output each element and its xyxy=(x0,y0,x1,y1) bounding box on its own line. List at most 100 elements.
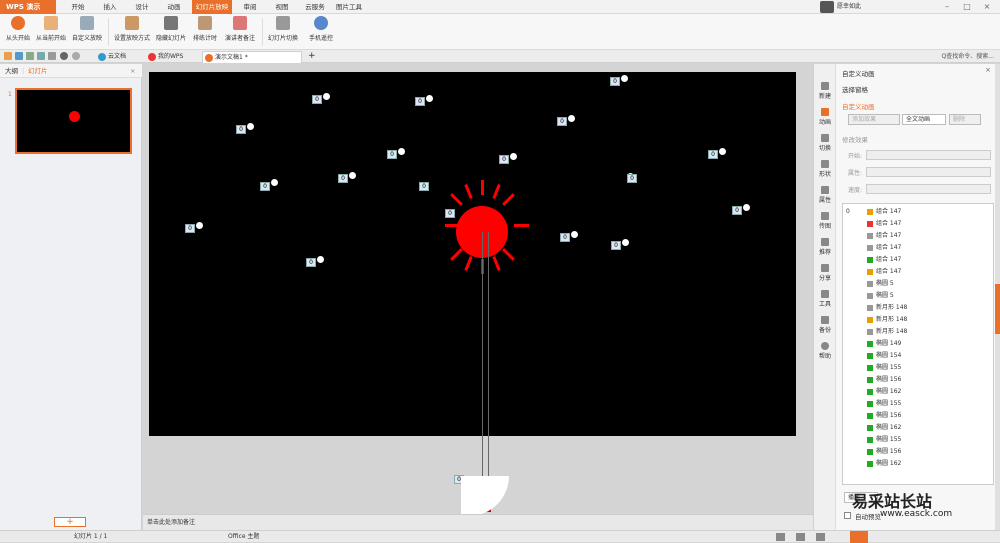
tab-insert[interactable]: 插入 xyxy=(96,0,124,14)
add-effect-button[interactable]: 添加效果 xyxy=(848,114,900,125)
preview-icon[interactable] xyxy=(37,52,45,60)
star[interactable] xyxy=(743,204,750,211)
star[interactable] xyxy=(719,148,726,155)
maximize-icon[interactable]: □ xyxy=(960,0,974,14)
custom-show-button[interactable]: 自定义放映 xyxy=(70,16,104,42)
from-start-button[interactable]: 从头开始 xyxy=(4,16,32,42)
list-item[interactable]: 椭圆 155 xyxy=(843,434,993,446)
star[interactable] xyxy=(349,172,356,179)
phone-remote-button[interactable]: 手机遥控 xyxy=(304,16,338,42)
undo-icon[interactable] xyxy=(60,52,68,60)
list-item[interactable]: 椭圆 156 xyxy=(843,446,993,458)
star[interactable] xyxy=(510,153,517,160)
avatar[interactable] xyxy=(820,1,834,13)
side-tab[interactable] xyxy=(995,284,1000,334)
star[interactable] xyxy=(426,95,433,102)
tab-cloud-docs[interactable]: 云文档 xyxy=(96,51,138,63)
list-item[interactable]: 椭圆 155 xyxy=(843,398,993,410)
tools-tool[interactable]: 工具 xyxy=(814,290,836,308)
list-item[interactable]: 椭圆 162 xyxy=(843,386,993,398)
list-item[interactable]: 椭圆 156 xyxy=(843,410,993,422)
slide[interactable]: 0 0 0 0 0 0 0 0 0 0 0 0 0 0 0 0 0 0 xyxy=(149,72,796,436)
slideshow-play-button[interactable] xyxy=(850,531,868,543)
tab-slides[interactable]: 幻灯片 xyxy=(28,64,48,78)
star[interactable] xyxy=(196,222,203,229)
star[interactable] xyxy=(323,93,330,100)
delete-button[interactable]: 删除 xyxy=(949,114,981,125)
list-item[interactable]: 椭圆 156 xyxy=(843,374,993,386)
tab-picture-tools[interactable]: 图片工具 xyxy=(332,0,366,14)
star[interactable] xyxy=(568,115,575,122)
setup-show-button[interactable]: 设置放映方式 xyxy=(112,16,152,42)
star[interactable] xyxy=(571,231,578,238)
property-select[interactable] xyxy=(866,167,991,177)
new-tool[interactable]: 新建 xyxy=(814,82,836,100)
slide-thumbnail[interactable] xyxy=(15,88,132,154)
star[interactable] xyxy=(622,239,629,246)
star[interactable] xyxy=(247,123,254,130)
tab-slideshow[interactable]: 幻灯片放映 xyxy=(192,0,232,14)
rehearse-button[interactable]: 排练计时 xyxy=(190,16,220,42)
app-menu-button[interactable]: WPS 演示 xyxy=(0,0,56,14)
list-item[interactable]: 组合 147 xyxy=(843,230,993,242)
close-icon[interactable]: × xyxy=(980,0,994,14)
print-icon[interactable] xyxy=(26,52,34,60)
new-tab-button[interactable]: + xyxy=(306,51,318,63)
star[interactable] xyxy=(398,148,405,155)
list-item[interactable]: 0 组合 147 xyxy=(843,206,993,218)
tab-outline[interactable]: 大纲 xyxy=(5,64,18,78)
normal-view-icon[interactable] xyxy=(776,533,785,541)
backup-tool[interactable]: 备份 xyxy=(814,316,836,334)
redo-icon[interactable] xyxy=(72,52,80,60)
select-pane-link[interactable]: 选择窗格 xyxy=(842,84,868,94)
username[interactable]: 愿幸如此 xyxy=(837,0,861,14)
list-item[interactable]: 椭圆 162 xyxy=(843,422,993,434)
hide-slide-button[interactable]: 隐藏幻灯片 xyxy=(154,16,188,42)
list-item[interactable]: 组合 147 xyxy=(843,254,993,266)
from-current-button[interactable]: 从当前开始 xyxy=(34,16,68,42)
upload-image-tool[interactable]: 传图 xyxy=(814,212,836,230)
animation-tool[interactable]: 动画 xyxy=(814,108,836,126)
list-item[interactable]: 组合 147 xyxy=(843,266,993,278)
list-item[interactable]: 椭圆 154 xyxy=(843,350,993,362)
speaker-notes-button[interactable]: 演讲者备注 xyxy=(222,16,258,42)
animation-list[interactable]: 0 组合 147 组合 147 组合 147 组合 147 组合 147 组合 147 椭圆 … xyxy=(842,203,994,485)
list-item[interactable]: 新月形 148 xyxy=(843,326,993,338)
minimize-icon[interactable]: – xyxy=(940,0,954,14)
list-item[interactable]: 椭圆 5 xyxy=(843,290,993,302)
recommend-tool[interactable]: 推荐 xyxy=(814,238,836,256)
property-tool[interactable]: 属性 xyxy=(814,186,836,204)
list-item[interactable]: 组合 147 xyxy=(843,242,993,254)
share-tool[interactable]: 分享 xyxy=(814,264,836,282)
close-icon[interactable]: × xyxy=(130,64,135,78)
tab-home[interactable]: 开始 xyxy=(64,0,92,14)
list-item[interactable]: 新月形 148 xyxy=(843,302,993,314)
tab-animation[interactable]: 动画 xyxy=(160,0,188,14)
start-select[interactable] xyxy=(866,150,991,160)
save-icon[interactable] xyxy=(15,52,23,60)
list-item[interactable]: 新月形 148 xyxy=(843,314,993,326)
notes-field[interactable]: 单击此处添加备注 xyxy=(143,514,813,530)
help-tool[interactable]: 帮助 xyxy=(814,342,836,360)
tab-view[interactable]: 视图 xyxy=(268,0,296,14)
tab-review[interactable]: 审阅 xyxy=(236,0,264,14)
list-item[interactable]: 椭圆 5 xyxy=(843,278,993,290)
shape-tool[interactable]: 形状 xyxy=(814,160,836,178)
tab-my-wps[interactable]: 我的WPS xyxy=(146,51,198,63)
auto-preview-checkbox[interactable] xyxy=(844,512,851,519)
folder-icon[interactable] xyxy=(4,52,12,60)
reading-view-icon[interactable] xyxy=(816,533,825,541)
list-item[interactable]: 组合 147 xyxy=(843,218,993,230)
transition-tool[interactable]: 切换 xyxy=(814,134,836,152)
list-item[interactable]: 椭圆 149 xyxy=(843,338,993,350)
list-item[interactable]: 椭圆 162 xyxy=(843,458,993,470)
moon-shape[interactable] xyxy=(461,476,509,516)
add-slide-button[interactable]: + xyxy=(54,517,86,527)
tab-presentation[interactable]: 演示文稿1 * xyxy=(202,51,302,63)
star[interactable] xyxy=(271,179,278,186)
sorter-view-icon[interactable] xyxy=(796,533,805,541)
search-input[interactable]: Q查找命令、搜索... xyxy=(942,51,994,63)
full-animation-button[interactable]: 全文动画 xyxy=(902,114,946,125)
speed-select[interactable] xyxy=(866,184,991,194)
tab-cloud[interactable]: 云服务 xyxy=(300,0,330,14)
